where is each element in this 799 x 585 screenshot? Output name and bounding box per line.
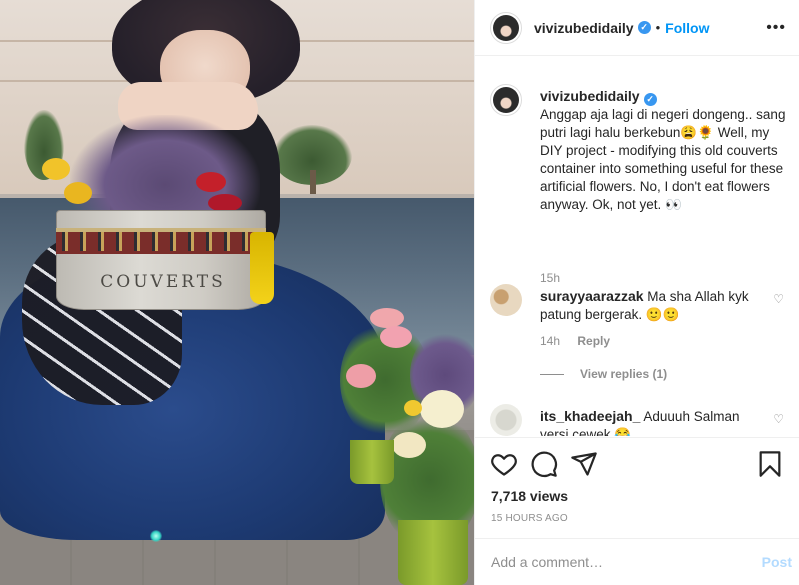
comments-list[interactable]: vivizubedidaily ✓ Anggap aja lagi di nege… — [475, 56, 799, 436]
bookmark-icon[interactable] — [756, 450, 784, 478]
author-avatar[interactable] — [490, 11, 522, 44]
more-options-icon[interactable]: ••• — [766, 19, 786, 37]
yellow-flower — [42, 158, 70, 180]
post-actions: 7,718 views 15 HOURS AGO — [475, 437, 799, 537]
flower-pots — [340, 300, 474, 585]
light-glow — [150, 530, 162, 542]
post-modal: COUVERTS vivizubedidaily ✓ • Follow ••• — [0, 0, 799, 585]
view-replies-button[interactable]: View replies (1) — [540, 367, 667, 381]
post-header: vivizubedidaily ✓ • Follow ••• — [475, 0, 799, 56]
caption-text: Anggap aja lagi di negeri dongeng.. sang… — [540, 107, 786, 212]
couverts-container — [56, 210, 266, 310]
container-band — [56, 228, 266, 254]
verified-badge-icon: ✓ — [637, 21, 651, 34]
comment-icon[interactable] — [530, 450, 558, 478]
add-comment-bar: Post — [475, 538, 799, 585]
comment-like-icon[interactable]: ♡ — [773, 412, 784, 426]
caption-avatar[interactable] — [490, 84, 522, 116]
heart-icon[interactable] — [490, 450, 518, 478]
post-button[interactable]: Post — [762, 554, 792, 570]
comment-like-icon[interactable]: ♡ — [773, 292, 784, 306]
share-icon[interactable] — [570, 450, 598, 478]
reply-button[interactable]: Reply — [577, 334, 610, 348]
red-flower — [196, 172, 226, 192]
caption-time[interactable]: 15h — [540, 271, 560, 285]
comment-input[interactable] — [491, 554, 762, 570]
container-label: COUVERTS — [100, 272, 226, 292]
caption-username[interactable]: vivizubedidaily — [540, 88, 640, 104]
yellow-tassel — [250, 232, 274, 304]
comment-username[interactable]: its_khadeejah_ — [540, 408, 640, 424]
author-username[interactable]: vivizubedidaily — [534, 20, 634, 36]
post-photo[interactable]: COUVERTS — [0, 0, 474, 585]
views-count[interactable]: 7,718 views — [491, 488, 568, 504]
comment-time[interactable]: 14h — [540, 334, 560, 348]
yellow-flower — [64, 182, 92, 204]
post-side-panel: vivizubedidaily ✓ • Follow ••• vivizubed… — [474, 0, 799, 585]
verified-badge-icon: ✓ — [643, 92, 657, 106]
comment-username[interactable]: surayyaarazzak — [540, 288, 644, 304]
post-timestamp[interactable]: 15 HOURS AGO — [491, 513, 568, 524]
separator-dot: • — [655, 20, 661, 35]
follow-button[interactable]: Follow — [665, 20, 709, 36]
commenter-avatar[interactable] — [490, 404, 522, 436]
commenter-avatar[interactable] — [490, 284, 522, 316]
